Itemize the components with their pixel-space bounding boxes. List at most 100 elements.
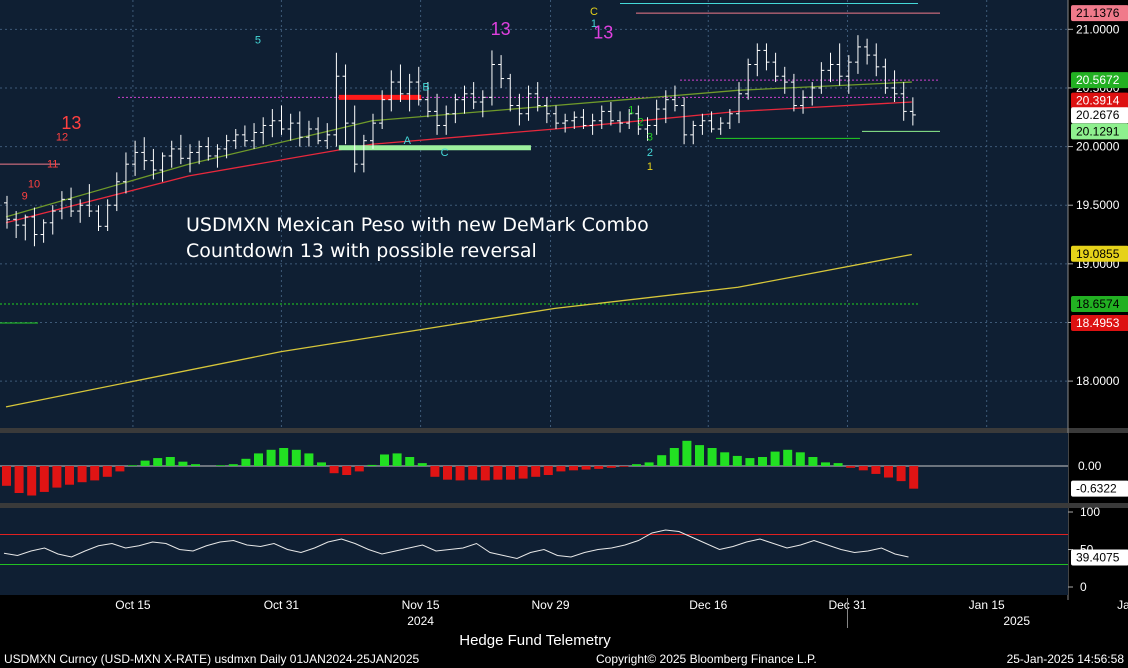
chart-subtitle: Countdown 13 with possible reversal	[186, 240, 537, 262]
demark-label: 11	[47, 159, 58, 171]
osc-bar	[821, 462, 830, 466]
demark-label: 3	[647, 132, 653, 144]
osc-bar	[493, 466, 503, 480]
x-tick-label: Jan 31	[1117, 598, 1128, 612]
osc-bar	[2, 466, 11, 486]
price-label-text: 21.1376	[1076, 6, 1120, 20]
osc-bar	[317, 462, 326, 466]
demark-label: 1	[647, 161, 653, 173]
osc-bar	[682, 440, 692, 466]
osc-bar	[632, 464, 641, 466]
x-tick-label: Nov 15	[402, 598, 440, 612]
year-label: 2025	[1003, 614, 1030, 628]
osc-bar	[569, 466, 578, 471]
osc-bar	[27, 466, 37, 496]
osc-bar	[858, 466, 868, 471]
osc-bar	[52, 466, 62, 488]
demark-label: A	[404, 135, 412, 147]
osc-bar	[254, 453, 263, 466]
osc-bar	[644, 462, 654, 466]
price-label-text: 20.3914	[1076, 94, 1120, 108]
year-label: 2024	[407, 614, 434, 628]
osc-bar	[556, 466, 566, 472]
footer-copyright: Copyright© 2025 Bloomberg Finance L.P.	[596, 652, 817, 666]
demark-label: C	[590, 6, 598, 18]
osc-bar	[266, 449, 276, 466]
osc-bar	[720, 452, 730, 466]
osc-bar	[153, 458, 163, 466]
osc-bar	[241, 458, 251, 466]
osc-bar	[90, 466, 100, 481]
demark-label: C	[441, 147, 449, 159]
osc-bar	[846, 466, 856, 468]
osc-bar	[619, 466, 629, 467]
osc-bar	[732, 455, 742, 466]
rsi-value-label: 39.4075	[1076, 550, 1120, 564]
y-tick-label: 19.5000	[1076, 198, 1120, 212]
rsi-tick-label: 100	[1080, 505, 1100, 519]
osc-bar	[594, 466, 604, 469]
osc-bar	[430, 466, 440, 477]
osc-bar	[581, 466, 591, 470]
demark-label: 13	[61, 113, 81, 133]
osc-bar	[707, 448, 717, 466]
osc-bar	[354, 466, 364, 472]
demark-label: 2	[638, 116, 644, 128]
x-tick-label: Oct 31	[264, 598, 300, 612]
y-tick-label: 21.0000	[1076, 22, 1120, 36]
osc-bar	[367, 464, 377, 466]
demark-label: 2	[647, 147, 653, 159]
osc-bar	[606, 466, 616, 468]
osc-bar	[518, 466, 528, 479]
osc-bar	[443, 466, 452, 480]
bloomberg-chart: 21.000020.500020.000019.500019.000018.50…	[0, 0, 1128, 666]
osc-bar	[808, 457, 818, 466]
x-tick-label: Oct 15	[115, 598, 151, 612]
price-label-text: 19.0855	[1076, 247, 1120, 261]
price-label-text: 20.1291	[1076, 124, 1120, 138]
demark-label: 10	[28, 179, 40, 191]
osc-bar	[304, 453, 314, 466]
osc-bar	[468, 466, 478, 480]
osc-bar	[884, 466, 893, 478]
chart-title: USDMXN Mexican Peso with new DeMark Comb…	[186, 214, 649, 236]
osc-bar	[896, 466, 906, 482]
osc-bar	[102, 466, 112, 477]
osc-bar	[380, 454, 389, 466]
osc-bar	[871, 466, 881, 474]
osc-bar	[216, 465, 226, 466]
osc-bar	[795, 452, 805, 466]
rsi-panel: 10050039.4075	[0, 505, 1128, 595]
price-label-text: 18.6574	[1076, 297, 1120, 311]
osc-bar	[455, 466, 465, 481]
chart-root: 21.000020.500020.000019.500019.000018.50…	[0, 0, 1128, 668]
demark-label: 1	[591, 18, 597, 30]
price-label-text: 20.5672	[1076, 73, 1120, 87]
price-label-text: 18.4953	[1076, 316, 1120, 330]
demark-label: 13	[491, 19, 511, 39]
osc-bar	[342, 466, 352, 475]
osc-bar	[531, 466, 541, 477]
osc-bar	[745, 458, 755, 466]
osc-bar	[39, 466, 49, 492]
osc-bar	[279, 448, 289, 466]
panel-divider	[0, 503, 1128, 508]
osc-bar	[543, 466, 553, 475]
osc-bar	[140, 460, 150, 466]
osc-bar	[128, 465, 137, 466]
x-tick-label: Dec 16	[689, 598, 727, 612]
osc-bar	[228, 464, 238, 466]
osc-bar	[833, 463, 843, 466]
osc-bar	[417, 463, 427, 466]
osc-bar	[392, 453, 402, 466]
rsi-tick-label: 0	[1080, 580, 1087, 594]
x-tick-label: Nov 29	[532, 598, 570, 612]
osc-bar	[14, 466, 24, 493]
osc-bar	[329, 466, 339, 474]
price-label-text: 20.2676	[1076, 108, 1120, 122]
osc-tick-label: 0.00	[1078, 459, 1102, 473]
osc-bar	[65, 466, 74, 485]
osc-bar	[115, 466, 125, 472]
demark-label: 9	[22, 190, 28, 202]
osc-bar	[506, 466, 515, 480]
